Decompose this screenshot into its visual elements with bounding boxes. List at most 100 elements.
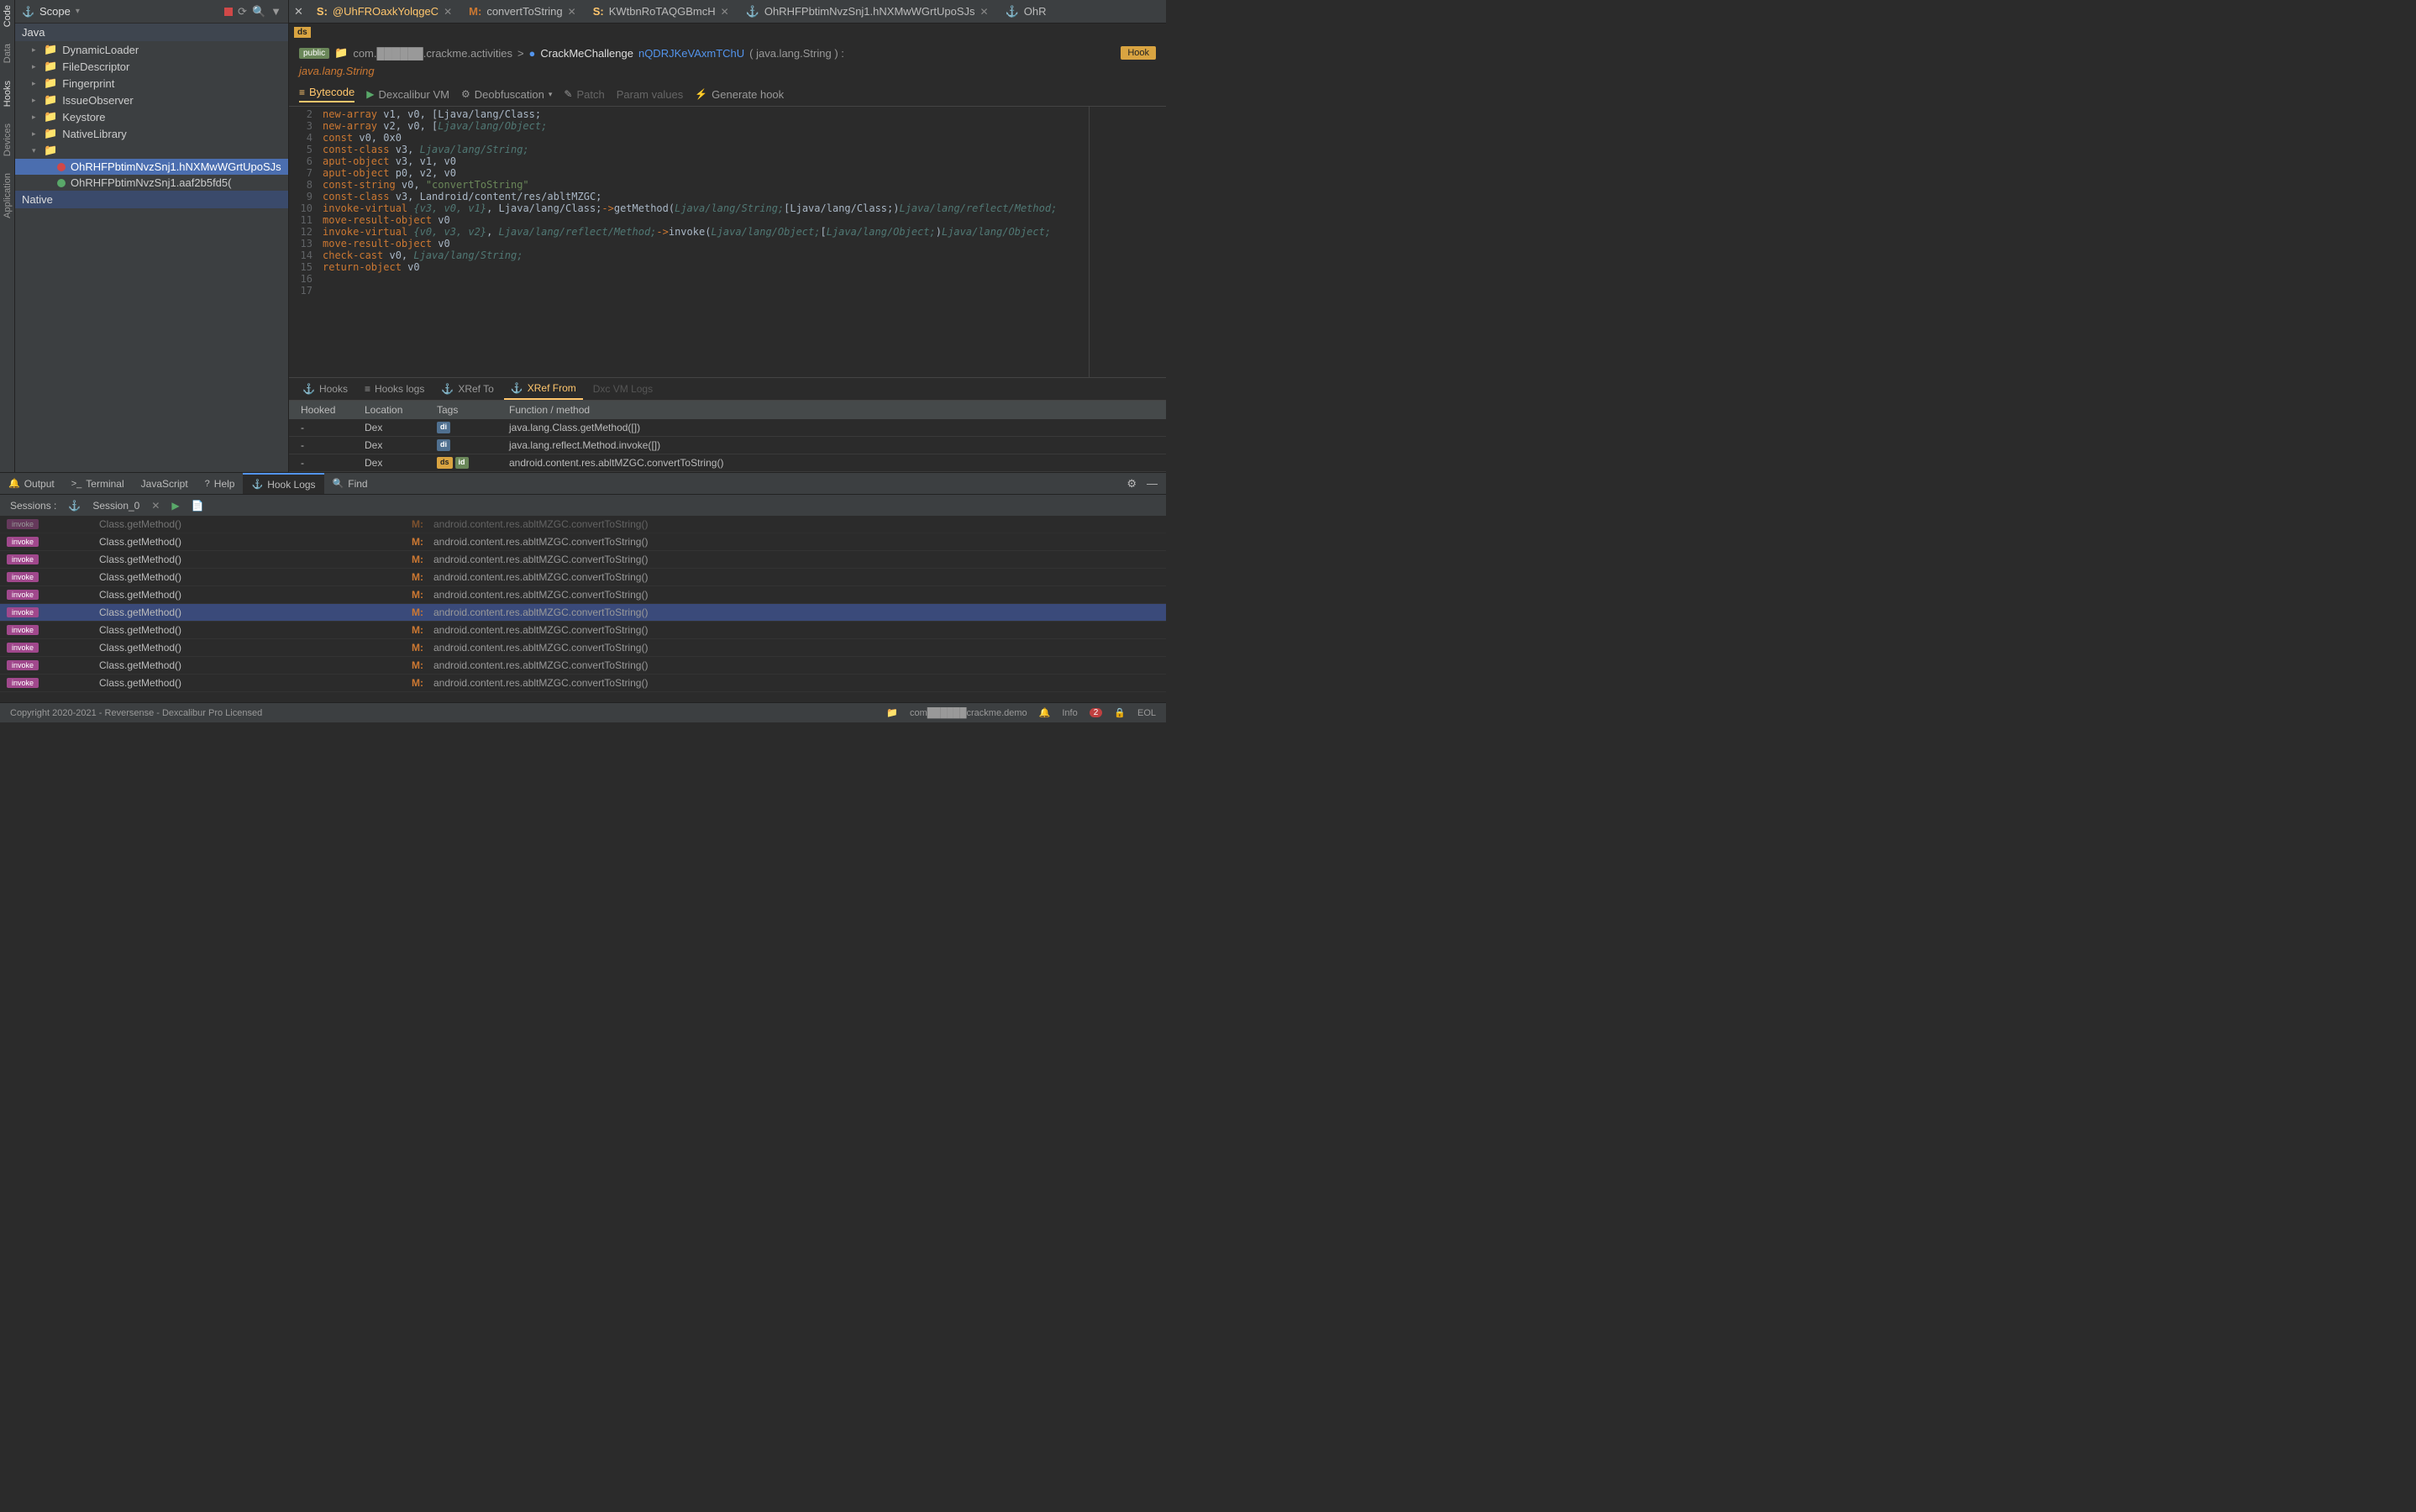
sidebar-toolbar: ⚓ Scope ▾ ⟳ 🔍 ▼ <box>15 0 288 24</box>
tree-hook-item[interactable]: OhRHFPbtimNvzSnj1.aaf2b5fd5( <box>15 175 288 191</box>
toolbar-bytecode[interactable]: ≡Bytecode <box>299 86 355 102</box>
xref-row[interactable]: -Dexdsidandroid.content.res.abltMZGC.con… <box>289 454 1166 472</box>
hook-log-row[interactable]: invokeClass.getMethod()M:android.content… <box>0 657 1166 675</box>
tree-item[interactable]: ▸📁FileDescriptor <box>15 58 288 75</box>
tab-close-icon[interactable]: ✕ <box>568 6 576 18</box>
hook-logs-panel[interactable]: invokeClass.getMethod()M:android.content… <box>0 516 1166 702</box>
code-line[interactable]: 3new-array v2, v0, [Ljava/lang/Object; <box>289 120 1166 132</box>
bell-icon[interactable]: 🔔 <box>1039 707 1051 718</box>
code-line[interactable]: 17 <box>289 285 1166 297</box>
xref-row[interactable]: -Dexdijava.lang.Class.getMethod([]) <box>289 419 1166 437</box>
bottom-tab-output[interactable]: 🔔Output <box>0 473 63 494</box>
refresh-icon[interactable]: ⟳ <box>238 5 247 18</box>
session-close-icon[interactable]: ✕ <box>151 500 160 512</box>
hook-log-row[interactable]: invokeClass.getMethod()M:android.content… <box>0 639 1166 657</box>
sidebar: ⚓ Scope ▾ ⟳ 🔍 ▼ Java ▸📁DynamicLoader▸📁Fi… <box>15 0 289 472</box>
tree-section-java[interactable]: Java <box>15 24 288 41</box>
code-line[interactable]: 4const v0, 0x0 <box>289 132 1166 144</box>
tree-expand-node[interactable]: ▾📁 <box>15 142 288 159</box>
code-line[interactable]: 10invoke-virtual {v3, v0, v1}, Ljava/lan… <box>289 202 1166 214</box>
tab-close-icon[interactable]: ✕ <box>980 6 989 18</box>
bottom-tab-hook-logs[interactable]: ⚓Hook Logs <box>243 473 323 494</box>
code-line[interactable]: 8const-string v0, "convertToString" <box>289 179 1166 191</box>
tree-item[interactable]: ▸📁Keystore <box>15 108 288 125</box>
rail-devices[interactable]: Devices <box>3 123 13 156</box>
tree-item[interactable]: ▸📁DynamicLoader <box>15 41 288 58</box>
toolbar-patch[interactable]: ✎Patch <box>564 88 604 101</box>
hook-log-row[interactable]: invokeClass.getMethod()M:android.content… <box>0 569 1166 586</box>
code-line[interactable]: 14check-cast v0, Ljava/lang/String; <box>289 249 1166 261</box>
package-name[interactable]: com.██████.crackme.activities <box>353 47 512 60</box>
tree-item[interactable]: ▸📁IssueObserver <box>15 92 288 108</box>
toolbar-dexcalibur-vm[interactable]: ▶Dexcalibur VM <box>366 88 449 101</box>
hook-log-row[interactable]: invokeClass.getMethod()M:android.content… <box>0 551 1166 569</box>
code-line[interactable]: 9const-class v3, Landroid/content/res/ab… <box>289 191 1166 202</box>
panel-tab-dxc-vm-logs: Dxc VM Logs <box>586 378 659 400</box>
bottom-tab-javascript[interactable]: JavaScript <box>133 473 197 494</box>
code-line[interactable]: 6aput-object v3, v1, v0 <box>289 155 1166 167</box>
record-icon[interactable] <box>224 8 233 16</box>
search-icon[interactable]: 🔍 <box>252 5 265 18</box>
class-name[interactable]: CrackMeChallenge <box>540 47 633 60</box>
panel-tab-hooks[interactable]: ⚓Hooks <box>296 378 355 400</box>
panel-tab-hooks-logs[interactable]: ≡Hooks logs <box>358 378 431 400</box>
breadcrumb-sep: > <box>517 47 524 60</box>
code-line[interactable]: 16 <box>289 273 1166 285</box>
rail-application[interactable]: Application <box>3 173 13 218</box>
bottom-tab-terminal[interactable]: >_Terminal <box>63 473 133 494</box>
xref-row[interactable]: -Dexdijava.lang.reflect.Method.invoke([]… <box>289 437 1166 454</box>
code-line[interactable]: 7aput-object p0, v2, v0 <box>289 167 1166 179</box>
filter-icon[interactable]: ▼ <box>270 5 281 18</box>
code-line[interactable]: 15return-object v0 <box>289 261 1166 273</box>
editor-tab[interactable]: ⚓OhR <box>997 0 1055 23</box>
status-package[interactable]: com██████crackme.demo <box>910 708 1027 718</box>
tree-item[interactable]: ▸📁Fingerprint <box>15 75 288 92</box>
rail-code[interactable]: Code <box>3 5 13 27</box>
toolbar-deobfuscation[interactable]: ⚙Deobfuscation ▾ <box>461 88 552 101</box>
editor-tab[interactable]: S:KWtbnRoTAQGBmcH✕ <box>585 0 738 23</box>
play-icon[interactable]: ▶ <box>171 500 179 512</box>
hook-log-row[interactable]: invokeClass.getMethod()M:android.content… <box>0 533 1166 551</box>
tree-item[interactable]: ▸📁NativeLibrary <box>15 125 288 142</box>
bottom-tabs: 🔔Output>_TerminalJavaScript?Help⚓Hook Lo… <box>0 472 1166 494</box>
toolbar-generate-hook[interactable]: ⚡Generate hook <box>695 88 784 101</box>
toolbar-param-values[interactable]: Param values <box>617 88 683 101</box>
hook-button[interactable]: Hook <box>1121 46 1156 60</box>
hook-log-row[interactable]: invokeClass.getMethod()M:android.content… <box>0 604 1166 622</box>
tree-hook-item[interactable]: OhRHFPbtimNvzSnj1.hNXMwWGrtUpoSJs <box>15 159 288 175</box>
col-function: Function / method <box>509 404 1166 416</box>
session-name[interactable]: Session_0 <box>92 500 139 512</box>
hook-log-row[interactable]: invokeClass.getMethod()M:android.content… <box>0 586 1166 604</box>
method-name[interactable]: nQDRJKeVAxmTChU <box>638 47 744 60</box>
code-line[interactable]: 12invoke-virtual {v0, v3, v2}, Ljava/lan… <box>289 226 1166 238</box>
code-line[interactable]: 2new-array v1, v0, [Ljava/lang/Class; <box>289 108 1166 120</box>
info-label[interactable]: Info <box>1062 708 1077 718</box>
code-line[interactable]: 5const-class v3, Ljava/lang/String; <box>289 144 1166 155</box>
tab-close-icon[interactable]: ✕ <box>444 6 452 18</box>
editor-tab[interactable]: S:@UhFROaxkYolqgeC✕ <box>308 0 460 23</box>
bottom-tab-help[interactable]: ?Help <box>197 473 244 494</box>
bottom-tab-find[interactable]: 🔍Find <box>324 473 376 494</box>
tree-section-native[interactable]: Native <box>15 191 288 208</box>
scope-label[interactable]: Scope <box>39 5 71 18</box>
code-line[interactable]: 11move-result-object v0 <box>289 214 1166 226</box>
code-line[interactable]: 13move-result-object v0 <box>289 238 1166 249</box>
rail-hooks[interactable]: Hooks <box>3 81 13 107</box>
ds-badge: ds <box>294 27 311 38</box>
panel-tab-xref-from[interactable]: ⚓XRef From <box>504 378 583 400</box>
document-icon[interactable]: 📄 <box>192 500 204 512</box>
close-icon[interactable]: ✕ <box>289 5 308 18</box>
editor-tab[interactable]: M:convertToString✕ <box>460 0 585 23</box>
minimize-icon[interactable]: — <box>1147 477 1158 491</box>
hook-log-row[interactable]: invokeClass.getMethod()M:android.content… <box>0 516 1166 533</box>
editor-tab[interactable]: ⚓OhRHFPbtimNvzSnj1.hNXMwWGrtUpoSJs✕ <box>738 0 997 23</box>
rail-data[interactable]: Data <box>3 44 13 63</box>
gear-icon[interactable]: ⚙ <box>1127 477 1137 491</box>
tab-close-icon[interactable]: ✕ <box>721 6 729 18</box>
hook-log-row[interactable]: invokeClass.getMethod()M:android.content… <box>0 622 1166 639</box>
hook-log-row[interactable]: invokeClass.getMethod()M:android.content… <box>0 675 1166 692</box>
chevron-down-icon[interactable]: ▾ <box>76 7 80 16</box>
panel-tab-xref-to[interactable]: ⚓XRef To <box>434 378 500 400</box>
sessions-label: Sessions : <box>10 500 56 512</box>
bytecode-view[interactable]: 2new-array v1, v0, [Ljava/lang/Class;3ne… <box>289 107 1166 377</box>
